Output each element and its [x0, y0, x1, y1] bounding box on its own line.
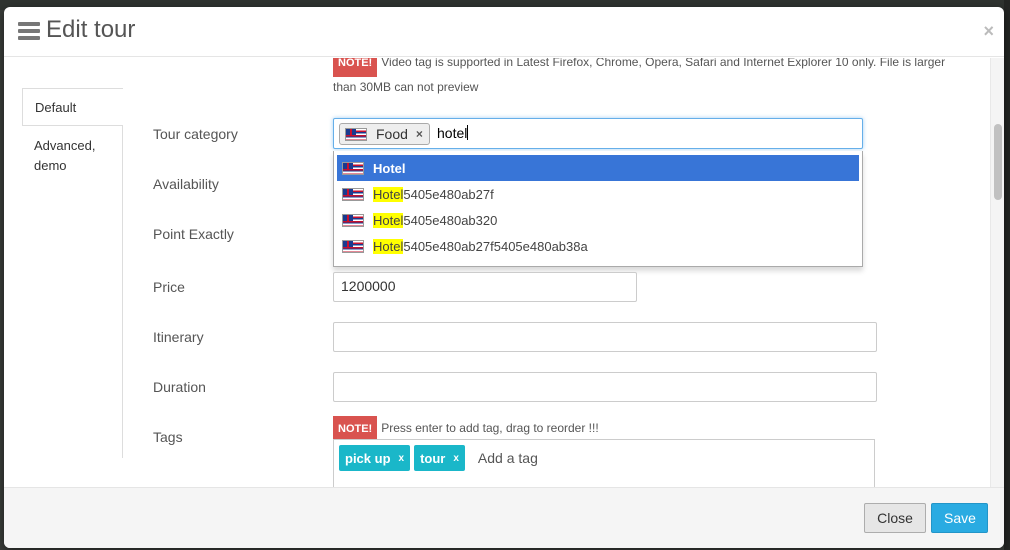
side-tabs: Default Advanced, demo: [22, 88, 123, 458]
menu-icon: [18, 22, 40, 41]
tag-label: tour: [420, 450, 446, 466]
note-text: Video tag is supported in Latest Firefox…: [333, 58, 946, 94]
dropdown-option[interactable]: Hotel: [337, 155, 859, 181]
option-label: 5405e480ab27f: [403, 186, 494, 202]
flag-icon: [342, 213, 364, 227]
duration-input[interactable]: [333, 372, 877, 402]
label-itinerary: Itinerary: [153, 329, 204, 345]
label-duration: Duration: [153, 379, 206, 395]
option-label: 5405e480ab27f5405e480ab38a: [403, 238, 588, 254]
save-button[interactable]: Save: [931, 503, 988, 533]
dropdown-option[interactable]: Hotel 5405e480ab27f5405e480ab38a: [337, 233, 859, 259]
dropdown-option[interactable]: Hotel 5405e480ab320: [337, 207, 859, 233]
tag-remove-icon[interactable]: x: [453, 453, 459, 464]
label-price: Price: [153, 279, 185, 295]
add-tag-input[interactable]: Add a tag: [478, 450, 538, 466]
modal-body: Default Advanced, demo NOTE! Video tag is…: [4, 58, 1004, 487]
text-cursor: [467, 125, 469, 140]
dropdown-option[interactable]: Hotel 5405e480ab27f: [337, 181, 859, 207]
tab-advanced-demo[interactable]: Advanced, demo: [22, 126, 117, 186]
label-tour-category: Tour category: [153, 126, 238, 142]
category-chip-label: Food: [376, 126, 408, 142]
option-match: Hotel: [373, 212, 404, 228]
category-search-input[interactable]: hotel: [437, 125, 469, 141]
option-label: 5405e480ab320: [403, 212, 498, 228]
flag-icon: [345, 127, 367, 141]
category-search-value: hotel: [437, 125, 468, 141]
tag-chip[interactable]: pick up x: [339, 445, 411, 471]
tour-category-select[interactable]: Food × hotel: [333, 118, 863, 149]
tab-default[interactable]: Default: [22, 88, 123, 126]
itinerary-input[interactable]: [333, 322, 877, 352]
label-point-exactly: Point Exactly: [153, 226, 234, 242]
scrollbar[interactable]: [990, 58, 1004, 487]
tag-label: pick up: [345, 450, 391, 466]
category-chip: Food ×: [339, 123, 430, 145]
flag-icon: [342, 187, 364, 201]
modal-title: Edit tour: [46, 16, 136, 43]
option-label: Hotel: [373, 160, 406, 176]
backdrop-edge: [1004, 0, 1010, 550]
label-availability: Availability: [153, 176, 219, 192]
category-dropdown: Hotel Hotel 5405e480ab27f Hotel 5405e480ab…: [333, 151, 863, 267]
modal-header: Edit tour ×: [4, 7, 1004, 57]
tags-input-box[interactable]: pick up x tour x Add a tag: [333, 439, 875, 487]
video-note: NOTE! Video tag is supported in Latest Fi…: [333, 58, 953, 98]
flag-icon: [342, 239, 364, 253]
option-match: Hotel: [373, 186, 404, 202]
label-tags: Tags: [153, 429, 183, 445]
flag-icon: [342, 161, 364, 175]
option-match: Hotel: [373, 238, 404, 254]
price-input[interactable]: 1200000: [333, 272, 637, 302]
chip-remove-icon[interactable]: ×: [416, 127, 423, 141]
scrollbar-thumb[interactable]: [994, 124, 1002, 200]
note-text: Press enter to add tag, drag to reorder …: [381, 421, 599, 435]
modal-footer: Close Save: [4, 487, 1004, 548]
close-icon[interactable]: ×: [983, 21, 994, 42]
tag-chip[interactable]: tour x: [414, 445, 465, 471]
edit-tour-modal: Edit tour × Default Advanced, demo NOTE!…: [4, 7, 1004, 548]
note-badge: NOTE!: [333, 58, 378, 77]
tag-remove-icon[interactable]: x: [399, 453, 405, 464]
close-button[interactable]: Close: [864, 503, 926, 533]
